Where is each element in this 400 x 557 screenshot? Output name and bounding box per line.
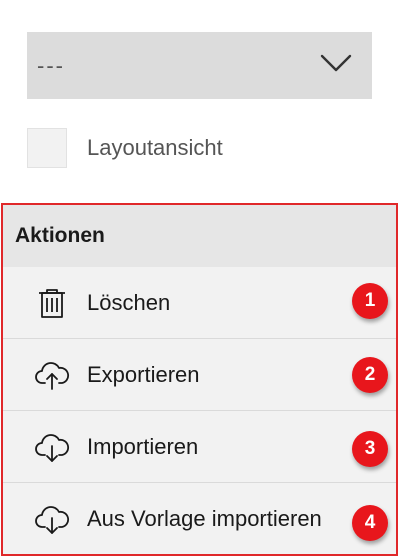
cloud-download-icon: [33, 500, 71, 538]
trash-icon: [33, 284, 71, 322]
export-action-label: Exportieren: [87, 361, 200, 387]
view-select-dropdown[interactable]: ---: [27, 32, 372, 99]
import-from-template-action[interactable]: Aus Vorlage importieren: [3, 483, 396, 554]
step-badge-2: 2: [352, 357, 388, 393]
import-from-template-action-label: Aus Vorlage importieren: [87, 506, 322, 531]
step-badge-1: 1: [352, 283, 388, 319]
layout-view-row: Layoutansicht: [27, 128, 223, 168]
select-value: ---: [37, 52, 65, 78]
layout-view-checkbox[interactable]: [27, 128, 67, 168]
cloud-upload-icon: [33, 356, 71, 394]
delete-action[interactable]: Löschen: [3, 267, 396, 339]
cloud-download-icon: [33, 428, 71, 466]
actions-panel: Aktionen Löschen Exportieren Importieren…: [1, 203, 398, 556]
step-badge-4: 4: [352, 505, 388, 541]
chevron-down-icon: [320, 53, 352, 78]
import-action[interactable]: Importieren: [3, 411, 396, 483]
actions-panel-title: Aktionen: [3, 205, 396, 267]
export-action[interactable]: Exportieren: [3, 339, 396, 411]
layout-view-label: Layoutansicht: [87, 135, 223, 160]
step-badge-3: 3: [352, 431, 388, 467]
import-action-label: Importieren: [87, 433, 199, 459]
delete-action-label: Löschen: [87, 289, 171, 315]
